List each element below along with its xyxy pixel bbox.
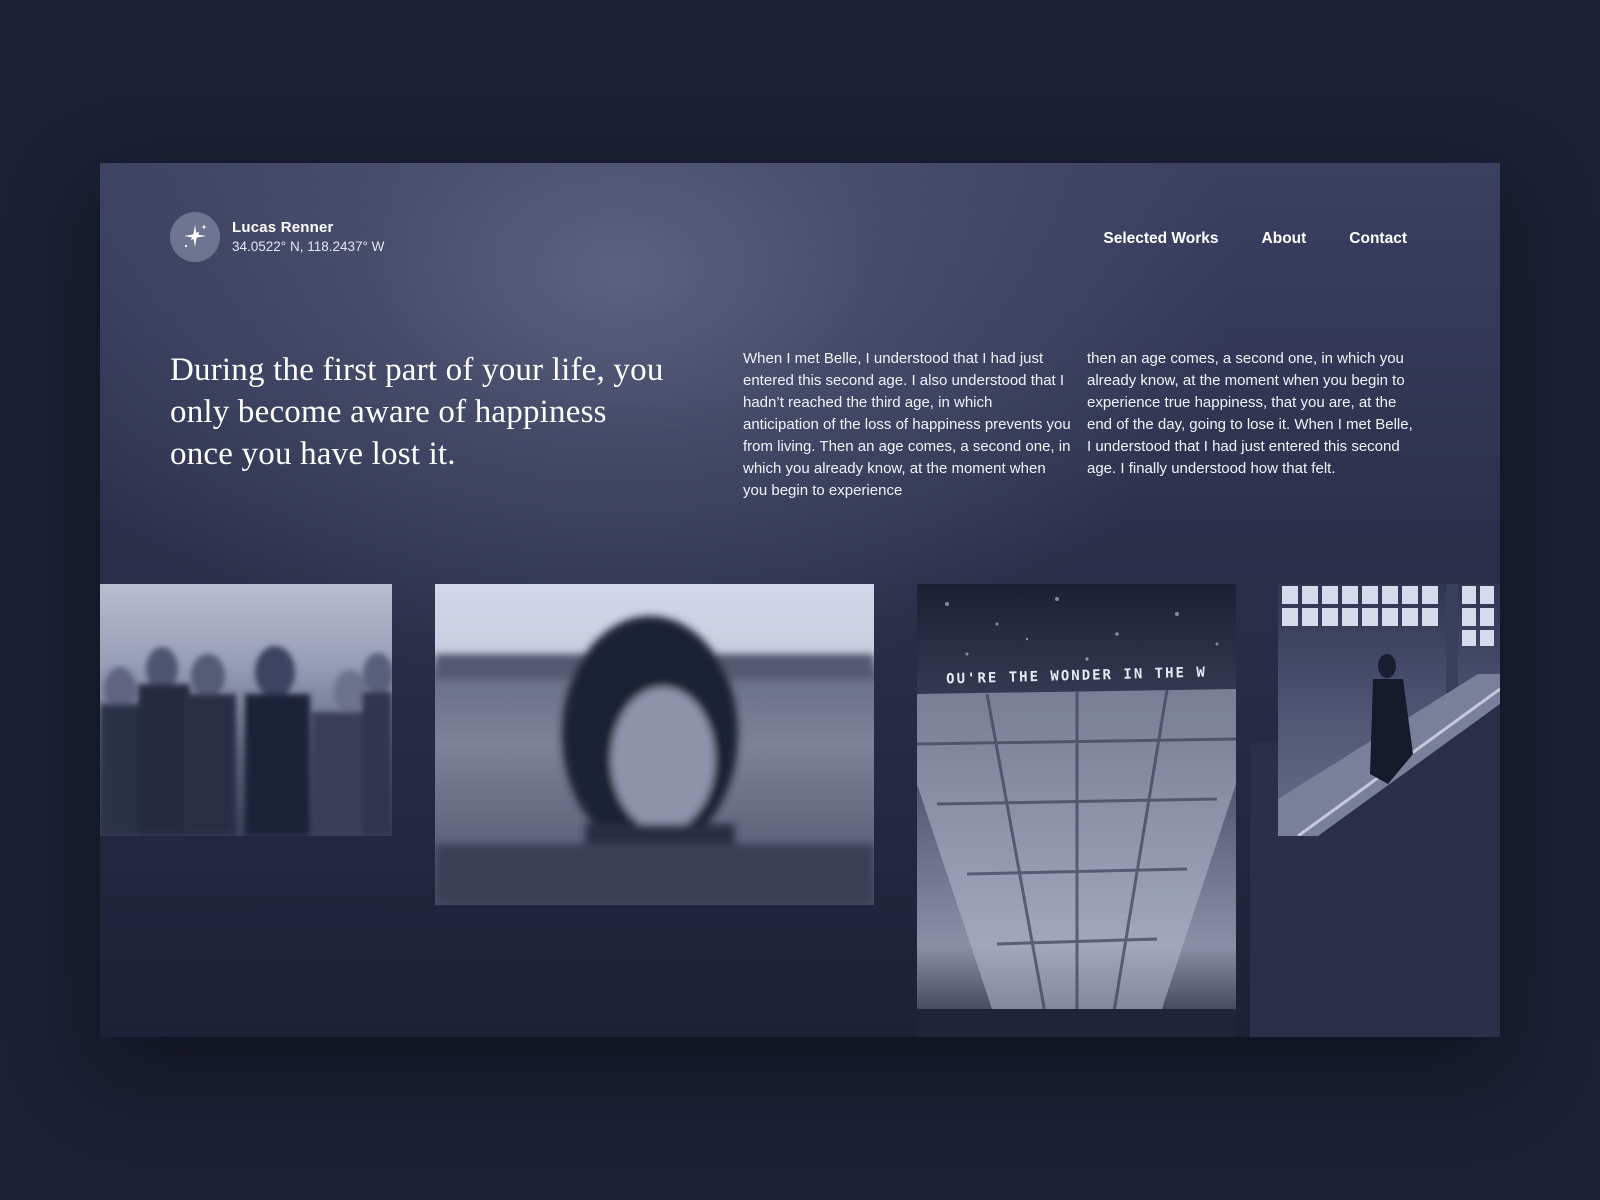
gallery-photo-group[interactable]: [100, 584, 392, 836]
brand-name[interactable]: Lucas Renner: [232, 218, 384, 238]
sparkle-star-icon[interactable]: [170, 212, 220, 262]
brand-text: Lucas Renner 34.0522° N, 118.2437° W: [232, 218, 384, 255]
body-text-column-2: then an age comes, a second one, in whic…: [1087, 350, 1413, 477]
staircase-photo-image: [1278, 584, 1500, 836]
concert-photo-image: [917, 597, 1236, 1037]
site-frame: Lucas Renner 34.0522° N, 118.2437° W Sel…: [100, 163, 1500, 1037]
gallery-photo-concert-screen[interactable]: OU'RE THE WONDER IN THE W: [917, 584, 1236, 1037]
gallery-photo-woman-in-water[interactable]: [435, 584, 874, 905]
body-text-column-1: When I met Belle, I understood that I ha…: [743, 350, 1071, 499]
group-photo-image: [100, 646, 392, 836]
main-nav: Selected Works About Contact: [1103, 230, 1407, 248]
brand[interactable]: Lucas Renner 34.0522° N, 118.2437° W: [170, 212, 384, 262]
nav-selected-works[interactable]: Selected Works: [1103, 230, 1218, 248]
gallery-photo-staircase[interactable]: [1278, 584, 1500, 836]
nav-about[interactable]: About: [1262, 230, 1307, 248]
nav-contact[interactable]: Contact: [1349, 230, 1407, 248]
brand-coordinates: 34.0522° N, 118.2437° W: [232, 238, 385, 254]
woman-photo-image: [435, 616, 874, 905]
hero-headline: During the first part of your life, you …: [170, 352, 664, 472]
